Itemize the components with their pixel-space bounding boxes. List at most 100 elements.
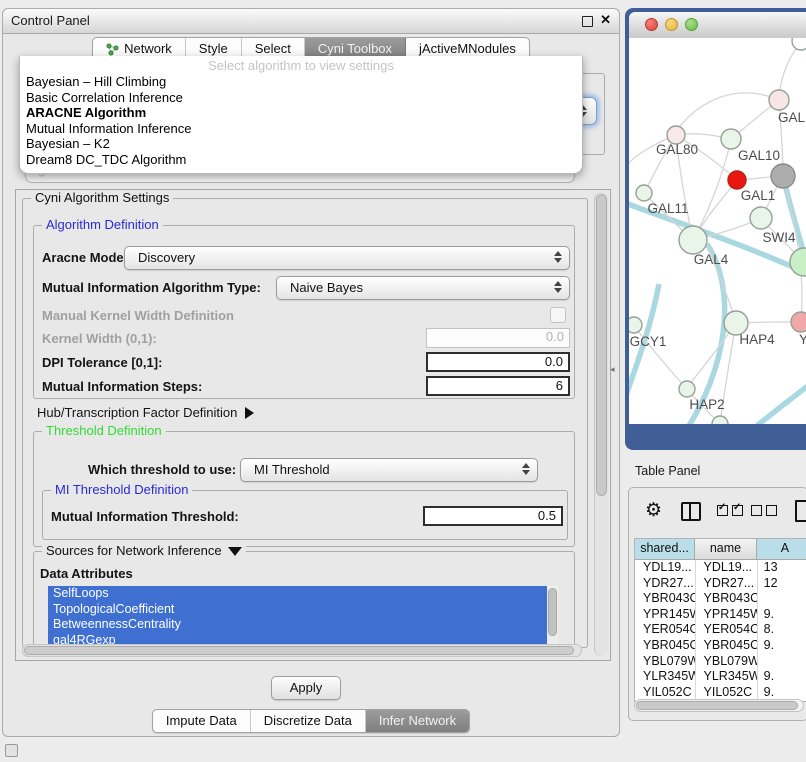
- mi-threshold-definition-legend: MI Threshold Definition: [51, 482, 192, 497]
- column-header-name[interactable]: name: [695, 539, 757, 559]
- dpi-tolerance-field[interactable]: 0.0: [426, 352, 570, 372]
- network-edge-highlighted[interactable]: [747, 382, 806, 424]
- select-all-icon[interactable]: [717, 505, 743, 516]
- mi-threshold-field[interactable]: 0.5: [423, 506, 563, 526]
- table-cell: 9.: [758, 638, 806, 654]
- network-node[interactable]: [791, 312, 806, 332]
- settings-vertical-scrollbar[interactable]: [594, 192, 608, 656]
- manual-kernel-checkbox[interactable]: [550, 307, 566, 323]
- mi-steps-field[interactable]: 6: [426, 376, 570, 396]
- table-row[interactable]: YDR27...YDR27...12: [635, 576, 806, 592]
- table-horizontal-scrollbar[interactable]: [634, 699, 804, 712]
- algorithm-definition-groupbox: Algorithm Definition Aracne Mode: Discov…: [33, 225, 575, 399]
- float-window-icon[interactable]: [582, 16, 593, 27]
- attribute-item-topologicalcoefficient[interactable]: TopologicalCoefficient: [48, 602, 558, 618]
- table-cell: YDR27...: [635, 576, 696, 592]
- table-row[interactable]: YER054CYER054C8.: [635, 622, 806, 638]
- table-row[interactable]: YLR345WYLR345W9.: [635, 669, 806, 685]
- hub-definition-label: Hub/Transcription Factor Definition: [37, 405, 237, 420]
- tab-discretize-data[interactable]: Discretize Data: [251, 710, 366, 732]
- aracne-mode-combo[interactable]: Discovery: [124, 246, 570, 270]
- table-cell: YER054C: [696, 622, 758, 638]
- algorithm-option-aracne-algorithm[interactable]: ARACNE Algorithm: [20, 105, 582, 121]
- spinner-arrows-icon: [522, 463, 530, 475]
- apply-button[interactable]: Apply: [271, 676, 341, 700]
- threshold-definition-legend: Threshold Definition: [42, 423, 166, 438]
- hub-definition-toggle[interactable]: Hub/Transcription Factor Definition: [37, 405, 254, 420]
- network-window-titlebar[interactable]: [629, 12, 806, 39]
- algorithm-option-dream8-dc-tdc-algorithm[interactable]: Dream8 DC_TDC Algorithm: [20, 152, 582, 168]
- network-canvas[interactable]: GALGAL80GAL10GAL11GAL1SWI4GAL4GCY1HAP4YH…: [629, 38, 806, 424]
- settings-hscroll-thumb[interactable]: [24, 646, 574, 655]
- data-attributes-items: SelfLoopsTopologicalCoefficientBetweenne…: [48, 586, 558, 646]
- settings-vscroll-thumb[interactable]: [596, 194, 607, 496]
- table-row[interactable]: YBR043CYBR043C: [635, 591, 806, 607]
- sources-legend[interactable]: Sources for Network Inference: [42, 543, 246, 558]
- algorithm-option-bayesian-k2[interactable]: Bayesian – K2: [20, 136, 582, 152]
- network-node[interactable]: [679, 226, 707, 254]
- tab-label: Infer Network: [379, 710, 456, 732]
- table-row[interactable]: YIL052CYIL052C9.: [635, 685, 806, 701]
- attributes-scrollbar-thumb[interactable]: [548, 588, 557, 636]
- close-traffic-light-icon[interactable]: [645, 18, 658, 31]
- data-attributes-list[interactable]: SelfLoopsTopologicalCoefficientBetweenne…: [48, 586, 558, 646]
- table-row[interactable]: YBR045CYBR045C9.: [635, 638, 806, 654]
- network-node[interactable]: [721, 129, 741, 149]
- algorithm-option-bayesian-hill-climbing[interactable]: Bayesian – Hill Climbing: [20, 74, 582, 90]
- table-cell: YBR045C: [696, 638, 758, 654]
- network-node[interactable]: [769, 90, 789, 110]
- table-row[interactable]: YBL079WYBL079W: [635, 654, 806, 670]
- algorithm-option-mutual-information-inference[interactable]: Mutual Information Inference: [20, 121, 582, 137]
- dock-grip-icon[interactable]: [5, 744, 18, 757]
- network-node[interactable]: [629, 317, 642, 333]
- network-edge[interactable]: [693, 140, 731, 240]
- panel-divider-handle[interactable]: ◂: [610, 364, 615, 375]
- attribute-item-selfloops[interactable]: SelfLoops: [48, 586, 558, 602]
- new-table-icon[interactable]: [795, 500, 806, 522]
- control-panel-titlebar[interactable]: Control Panel ✕: [3, 9, 619, 34]
- minimize-traffic-light-icon[interactable]: [665, 18, 678, 31]
- table-cell: YLR345W: [696, 669, 758, 685]
- network-node[interactable]: [679, 381, 695, 397]
- table-row[interactable]: YDL19...YDL19...13: [635, 560, 806, 576]
- tab-impute-data[interactable]: Impute Data: [153, 710, 251, 732]
- table-hscroll-thumb[interactable]: [636, 701, 798, 710]
- bottom-tabset: Impute Data Discretize Data Infer Network: [152, 709, 470, 733]
- algorithm-dropdown-popup: Select algorithm to view settings Bayesi…: [19, 56, 583, 174]
- tab-infer-network[interactable]: Infer Network: [366, 710, 469, 732]
- kernel-width-field[interactable]: 0.0: [426, 328, 570, 348]
- control-panel-title: Control Panel: [11, 9, 90, 33]
- network-node[interactable]: [636, 185, 652, 201]
- which-threshold-combo[interactable]: MI Threshold: [240, 458, 538, 482]
- gear-icon[interactable]: ⚙: [645, 499, 662, 522]
- table-cell: YDL19...: [696, 560, 758, 576]
- table-panel: ⚙ shared...nameA YDL19...YDL19...13YDR27…: [628, 487, 806, 721]
- control-panel: Control Panel ✕ NetworkStyleSelectCyni T…: [2, 8, 620, 737]
- cyni-algorithm-settings-groupbox: Cyni Algorithm Settings Algorithm Defini…: [22, 198, 588, 648]
- network-node[interactable]: [792, 38, 806, 50]
- tab-label: Impute Data: [166, 710, 237, 732]
- select-none-icon[interactable]: [751, 505, 777, 516]
- algorithm-option-basic-correlation-inference[interactable]: Basic Correlation Inference: [20, 90, 582, 106]
- table-cell: 13: [758, 560, 806, 576]
- attribute-item-betweennesscentrality[interactable]: BetweennessCentrality: [48, 617, 558, 633]
- attributes-scrollbar[interactable]: [547, 586, 558, 646]
- network-node[interactable]: [771, 164, 795, 188]
- column-header-shared[interactable]: shared...: [635, 539, 695, 559]
- data-attributes-label: Data Attributes: [40, 566, 133, 581]
- column-header-a[interactable]: A: [757, 539, 806, 559]
- network-node[interactable]: [728, 171, 746, 189]
- split-pane-icon[interactable]: [681, 502, 701, 521]
- network-view-window: GALGAL80GAL10GAL11GAL1SWI4GAL4GCY1HAP4YH…: [625, 8, 806, 450]
- mi-type-combo[interactable]: Naive Bayes: [276, 276, 570, 300]
- network-node[interactable]: [712, 416, 728, 424]
- network-node[interactable]: [790, 248, 806, 276]
- settings-horizontal-scrollbar[interactable]: [22, 644, 582, 657]
- table-cell: YPR145W: [635, 607, 696, 623]
- table-row[interactable]: YPR145WYPR145W9.: [635, 607, 806, 623]
- table-cell: YBR045C: [635, 638, 696, 654]
- zoom-traffic-light-icon[interactable]: [685, 18, 698, 31]
- close-icon[interactable]: ✕: [600, 12, 611, 28]
- network-node[interactable]: [750, 207, 772, 229]
- table-cell: YIL052C: [635, 685, 696, 701]
